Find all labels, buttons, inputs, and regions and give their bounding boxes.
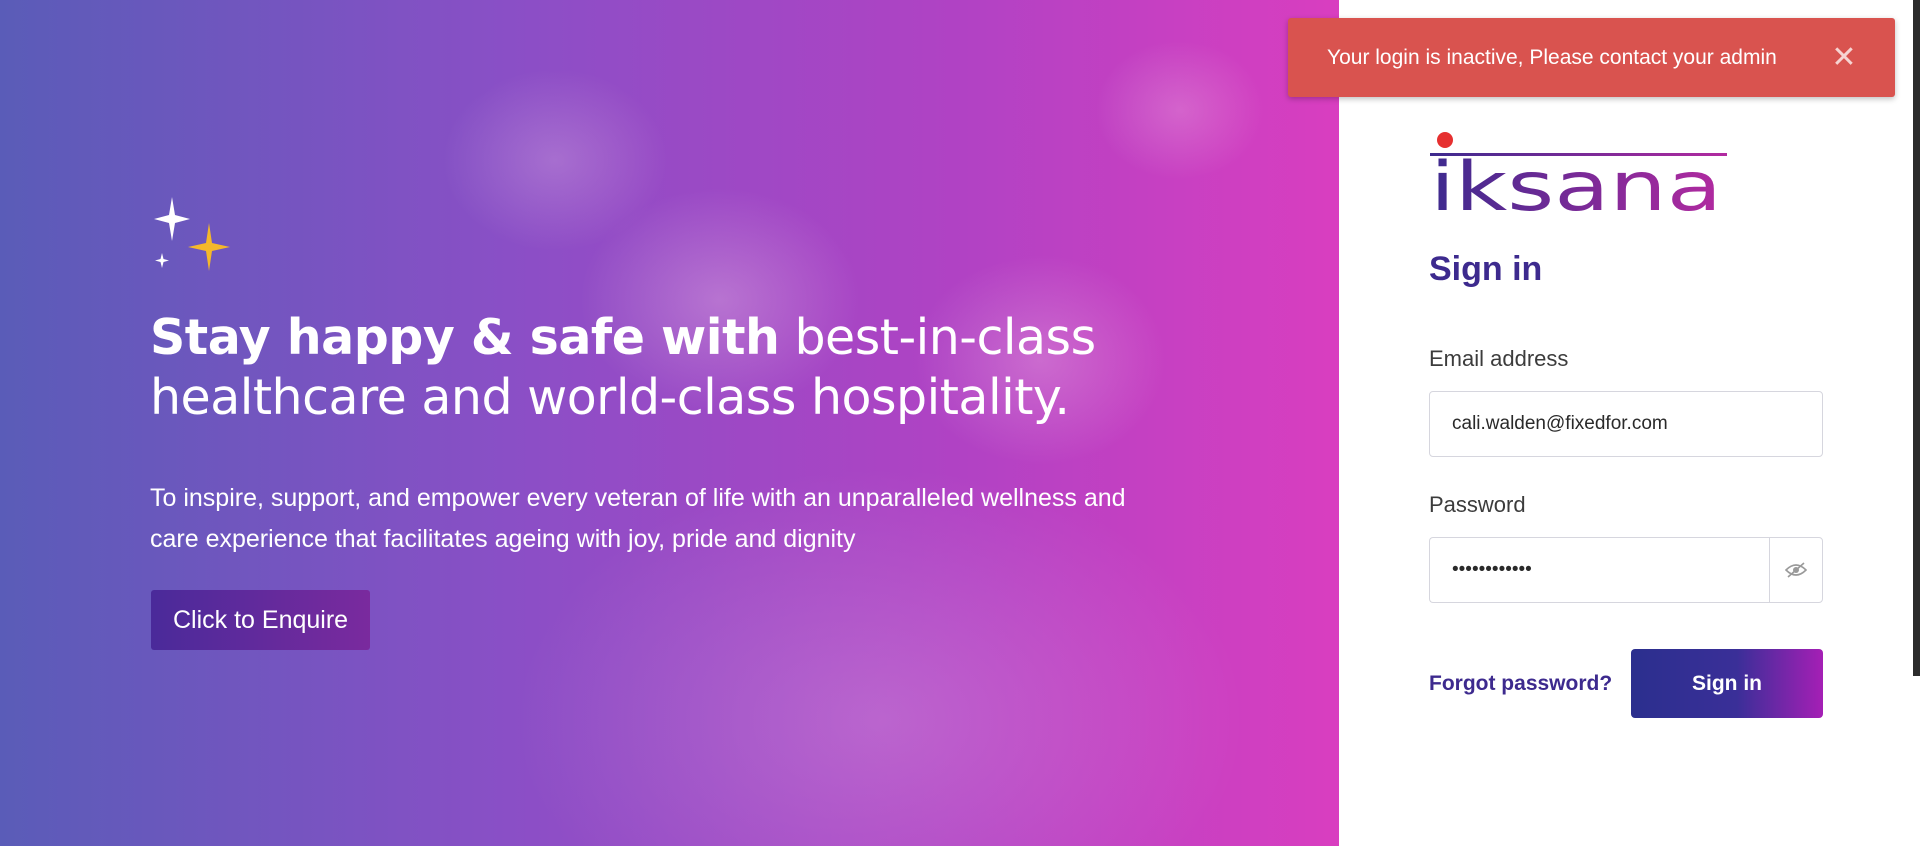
password-visibility-toggle[interactable] [1769, 537, 1823, 603]
close-icon[interactable]: ✕ [1831, 42, 1857, 73]
scrollbar-thumb[interactable] [1913, 0, 1920, 676]
toast-message: Your login is inactive, Please contact y… [1327, 45, 1777, 69]
iksana-logo: iksana [1430, 132, 1727, 216]
password-label: Password [1429, 492, 1526, 517]
logo-text: iksana [1430, 148, 1722, 216]
signin-button[interactable]: Sign in [1631, 649, 1823, 718]
email-label: Email address [1429, 346, 1569, 371]
error-toast: Your login is inactive, Please contact y… [1288, 18, 1895, 97]
password-input[interactable] [1429, 537, 1769, 603]
hero-heading: Stay happy & safe with best-in-class hea… [150, 308, 1110, 428]
eye-slash-icon [1785, 562, 1807, 578]
hero-description: To inspire, support, and empower every v… [150, 484, 1126, 553]
logo-dot [1437, 132, 1453, 148]
signin-title: Sign in [1429, 250, 1543, 288]
hero-heading-bold: Stay happy & safe with [150, 309, 780, 366]
enquire-button[interactable]: Click to Enquire [151, 590, 371, 650]
sparkles-icon [154, 197, 230, 271]
forgot-password-link[interactable]: Forgot password? [1429, 672, 1612, 696]
email-input[interactable] [1429, 391, 1823, 457]
hero-section: Stay happy & safe with best-in-class hea… [0, 0, 1339, 846]
